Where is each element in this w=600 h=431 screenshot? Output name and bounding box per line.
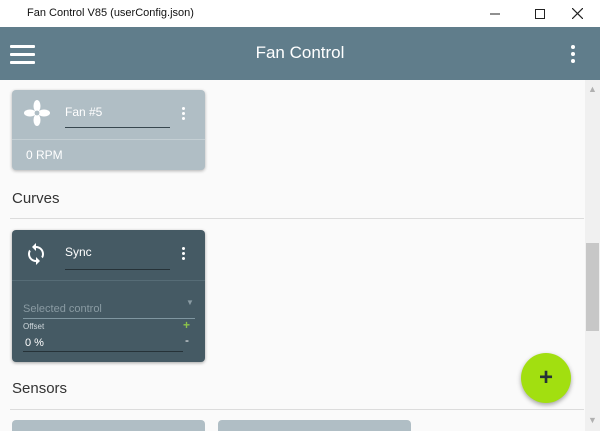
more-dot <box>182 117 185 120</box>
fan-rpm: 0 RPM <box>26 148 63 162</box>
minimize-button[interactable] <box>472 0 517 27</box>
window-title: Fan Control V85 (userConfig.json) <box>27 7 194 19</box>
sensor-card[interactable] <box>12 420 205 431</box>
add-button[interactable]: + <box>521 353 571 403</box>
curves-section-title: Curves <box>12 190 60 207</box>
sync-icon <box>28 243 44 265</box>
fan-name[interactable]: Fan #5 <box>65 105 102 119</box>
minimize-icon <box>489 13 500 14</box>
offset-increase-button[interactable]: + <box>183 318 190 332</box>
close-button[interactable] <box>555 0 600 27</box>
more-dot <box>182 112 185 115</box>
app-window: Fan Control V85 (userConfig.json) Fan Co… <box>0 0 600 431</box>
selected-control-underline <box>23 318 195 319</box>
curves-section-divider <box>10 218 584 219</box>
plus-icon: + <box>538 364 553 391</box>
scrollbar-thumb[interactable] <box>586 243 599 331</box>
card-divider <box>12 139 205 140</box>
curve-name-underline <box>65 269 170 270</box>
more-dot <box>571 52 575 56</box>
curve-name[interactable]: Sync <box>65 245 92 259</box>
sensors-section-title: Sensors <box>12 380 68 397</box>
more-dot <box>182 257 185 260</box>
dropdown-arrow-icon[interactable]: ▼ <box>186 298 194 307</box>
selected-control-dropdown[interactable]: Selected control <box>23 303 102 315</box>
sensor-card[interactable] <box>218 420 411 431</box>
sensors-section-divider <box>10 409 584 410</box>
offset-label: Offset <box>23 322 45 331</box>
app-title: Fan Control <box>255 43 345 62</box>
scroll-down-arrow-icon[interactable]: ▼ <box>588 415 597 425</box>
more-dot <box>182 247 185 250</box>
more-dot <box>182 252 185 255</box>
scroll-up-arrow-icon[interactable]: ▲ <box>588 84 597 94</box>
more-dot <box>182 107 185 110</box>
fan-name-underline <box>65 127 170 128</box>
offset-decrease-button[interactable]: - <box>185 333 189 347</box>
offset-underline <box>23 351 183 352</box>
curve-card-more-button[interactable] <box>182 247 186 260</box>
more-dot <box>571 45 575 49</box>
main-content: Fan #5 0 RPM Curves Sync Selected contro… <box>0 80 585 431</box>
fan-icon <box>24 100 50 126</box>
fan-card-more-button[interactable] <box>182 107 186 120</box>
maximize-icon <box>534 8 545 19</box>
more-dot <box>571 59 575 63</box>
app-bar: Fan Control <box>0 27 600 80</box>
fan-card[interactable]: Fan #5 0 RPM <box>12 90 205 170</box>
card-divider <box>12 280 205 281</box>
more-options-button[interactable] <box>566 43 580 65</box>
curve-card[interactable]: Sync Selected control ▼ Offset + 0 % - <box>12 230 205 362</box>
offset-input[interactable]: 0 % <box>25 337 44 349</box>
close-icon <box>572 8 583 19</box>
title-bar: Fan Control V85 (userConfig.json) <box>0 0 600 27</box>
